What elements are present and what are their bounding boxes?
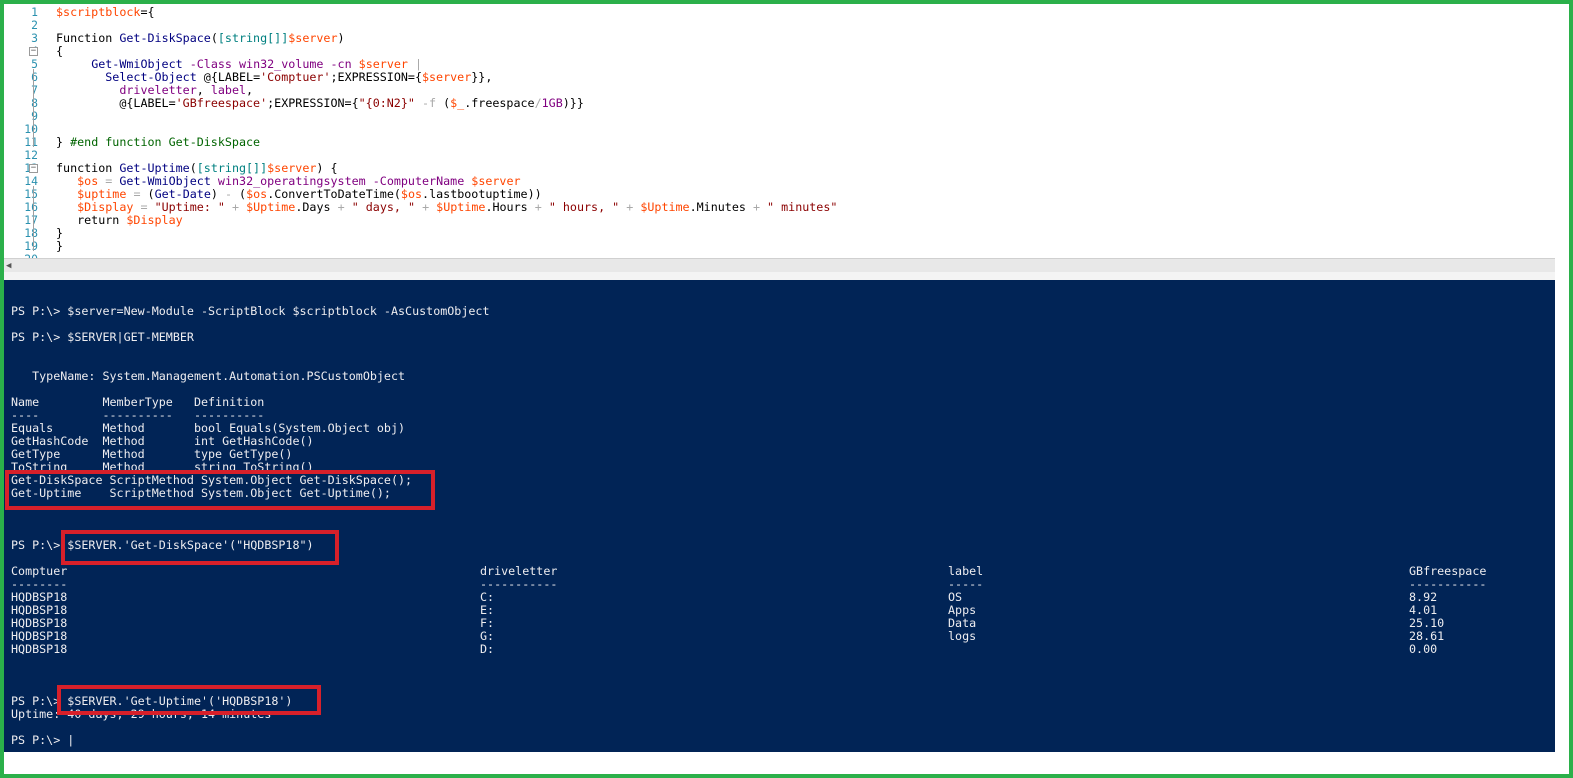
prompt: PS P:\> [11, 694, 61, 708]
bottom-strip [4, 752, 1569, 774]
prompt: PS P:\> [11, 538, 61, 552]
console-line-cmd3: PS P:\> $SERVER.'Get-DiskSpace'("HQDBSP1… [11, 539, 314, 552]
console-current-prompt[interactable]: PS P:\> | [11, 734, 74, 747]
disk-cell: 0.00 [1409, 642, 1438, 656]
code-line: return $Display [56, 213, 183, 227]
disk-cell: D: [480, 642, 495, 656]
uptime-output: Uptime: 40 days, 29 hours, 14 minutes [11, 707, 272, 721]
command-text: $SERVER.'Get-DiskSpace'("HQDBSP18") [60, 538, 314, 552]
fold-toggle-icon[interactable]: − [29, 164, 38, 173]
console-pane[interactable]: PS P:\> $server=New-Module -ScriptBlock … [4, 280, 1555, 752]
code-line: } [56, 239, 64, 253]
script-editor[interactable]: 1234567891011121314151617181920−− $scrip… [4, 4, 1555, 258]
pane-splitter[interactable] [4, 272, 1555, 280]
code-line: Function Get-DiskSpace([string[]]$server… [56, 31, 345, 45]
console-typename: TypeName: System.Management.Automation.P… [11, 369, 406, 383]
code-line: $scriptblock={ [56, 5, 155, 19]
gm-row-get-uptime: Get-Uptime ScriptMethod System.Object Ge… [11, 486, 391, 500]
line-number-gutter: 1234567891011121314151617181920−− [4, 4, 44, 258]
fold-toggle-icon[interactable]: − [29, 47, 38, 56]
code-line: @{LABEL='GBfreespace';EXPRESSION={"{0:N2… [56, 96, 584, 110]
code-line: } #end function Get-DiskSpace [56, 135, 261, 149]
fold-guide [33, 69, 34, 147]
console-line-cmd2: PS P:\> $SERVER|GET-MEMBER [11, 330, 194, 344]
command-text: $SERVER.'Get-Uptime'('HQDBSP18') [60, 694, 293, 708]
disk-cell: HQDBSP18 [11, 642, 68, 656]
editor-horizontal-scrollbar[interactable]: ◀ [4, 258, 1555, 273]
fold-guide [33, 186, 34, 251]
console-line-cmd1: PS P:\> $server=New-Module -ScriptBlock … [11, 304, 490, 318]
scroll-left-icon[interactable]: ◀ [6, 261, 11, 271]
disk-cell: logs [948, 629, 977, 643]
